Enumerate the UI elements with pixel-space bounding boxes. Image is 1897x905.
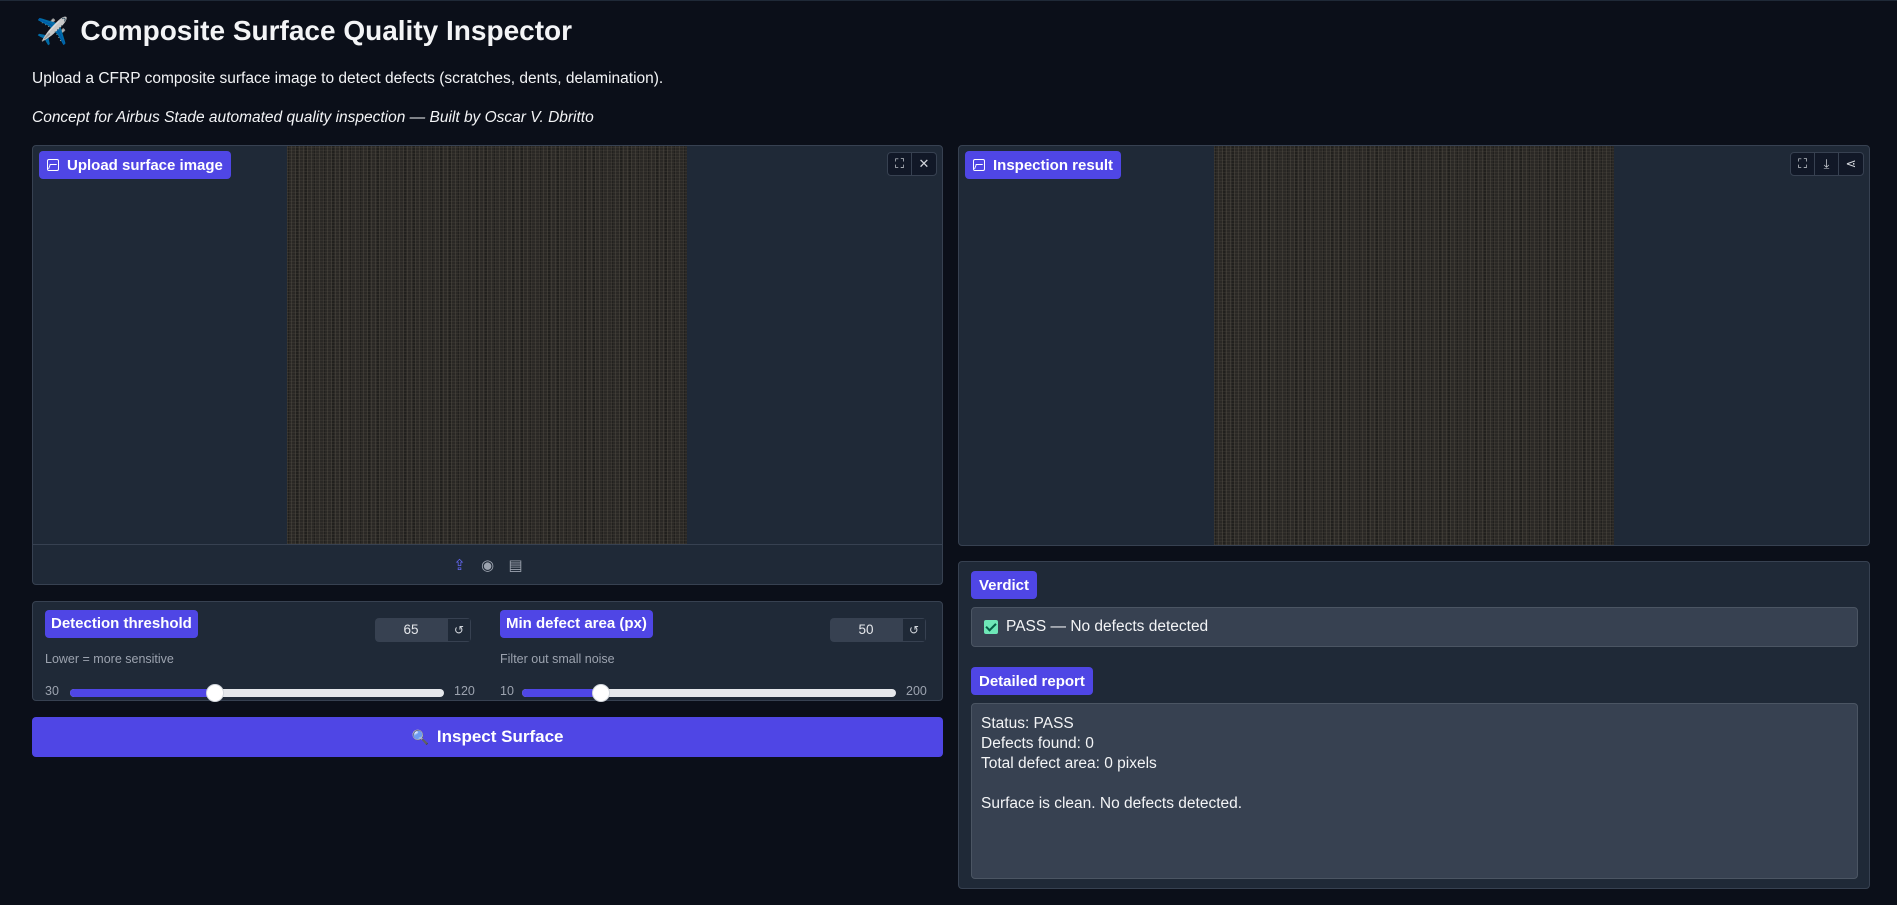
checkbox-checked-icon[interactable] — [984, 620, 998, 634]
inspect-surface-label: Inspect Surface — [436, 727, 564, 746]
reset-icon[interactable]: ↺ — [902, 618, 926, 642]
report-line: Status: PASS — [981, 715, 1074, 732]
download-icon[interactable]: ⤓ — [1815, 153, 1839, 175]
image-icon — [973, 159, 985, 171]
threshold-max: 120 — [454, 684, 475, 698]
verdict-label: Verdict — [971, 571, 1038, 599]
inspection-result-label-text: Inspection result — [993, 156, 1114, 174]
report-line — [981, 774, 1848, 794]
min-area-slider-thumb[interactable] — [591, 684, 610, 702]
reset-icon[interactable]: ↺ — [447, 618, 471, 642]
min-area-number-input: 50 ↺ — [830, 618, 926, 642]
report-line: Total defect area: 0 pixels — [981, 755, 1157, 772]
inspection-result-panel: Inspection result ⛶ ⤓ ⋖ — [958, 145, 1870, 546]
magnifier-icon: 🔍 — [411, 728, 429, 745]
image-icon — [47, 159, 59, 171]
webcam-icon[interactable]: ◉ — [479, 556, 497, 574]
min-area-slider[interactable] — [522, 684, 896, 702]
airplane-icon: ✈️ — [36, 15, 69, 46]
min-area-min: 10 — [500, 684, 514, 698]
upload-image-label: Upload surface image — [39, 151, 231, 179]
verdict-text: PASS — No defects detected — [1006, 618, 1209, 635]
detailed-report-textbox[interactable]: Status: PASS Defects found: 0 Total defe… — [971, 703, 1858, 879]
min-area-slider-block: Min defect area (px) 50 ↺ Filter out sma… — [500, 610, 930, 702]
page-credit: Concept for Airbus Stade automated quali… — [32, 109, 594, 126]
report-line: Defects found: 0 — [981, 735, 1094, 752]
image-source-bar: ⇪ ◉ ▤ — [33, 544, 942, 584]
threshold-slider-fill — [70, 689, 216, 697]
clipboard-icon[interactable]: ▤ — [507, 556, 525, 574]
threshold-slider-block: Detection threshold 65 ↺ Lower = more se… — [45, 610, 475, 702]
threshold-slider[interactable] — [70, 684, 444, 702]
controls-panel: Detection threshold 65 ↺ Lower = more se… — [32, 601, 943, 702]
page-subtitle: Upload a CFRP composite surface image to… — [32, 70, 664, 87]
threshold-info: Lower = more sensitive — [45, 652, 174, 666]
fullscreen-icon[interactable]: ⛶ — [1791, 153, 1815, 175]
min-area-info: Filter out small noise — [500, 652, 615, 666]
fullscreen-icon[interactable]: ⛶ — [888, 153, 912, 175]
verdict-checkbox-field[interactable]: PASS — No defects detected — [971, 607, 1858, 647]
threshold-min: 30 — [45, 684, 59, 698]
verdict-report-panel: Verdict PASS — No defects detected Detai… — [958, 561, 1870, 889]
min-area-slider-fill — [522, 689, 601, 697]
upload-image-panel[interactable]: Upload surface image ⛶ ✕ ⇪ ◉ ▤ — [32, 145, 943, 585]
report-line: Surface is clean. No defects detected. — [981, 795, 1243, 812]
close-icon[interactable]: ✕ — [912, 153, 936, 175]
inspection-result-label: Inspection result — [965, 151, 1122, 179]
page-title: ✈️ Composite Surface Quality Inspector — [36, 15, 572, 47]
upload-toolbar: ⛶ ✕ — [887, 152, 937, 176]
result-toolbar: ⛶ ⤓ ⋖ — [1790, 152, 1864, 176]
result-surface-image — [1214, 146, 1614, 545]
upload-icon[interactable]: ⇪ — [451, 556, 469, 574]
upload-image-label-text: Upload surface image — [67, 156, 223, 174]
uploaded-surface-image — [287, 146, 687, 544]
min-area-value[interactable]: 50 — [830, 618, 902, 642]
min-area-label: Min defect area (px) — [500, 610, 653, 638]
min-area-max: 200 — [906, 684, 927, 698]
threshold-slider-thumb[interactable] — [206, 684, 225, 702]
share-icon[interactable]: ⋖ — [1839, 153, 1863, 175]
threshold-value[interactable]: 65 — [375, 618, 447, 642]
threshold-label: Detection threshold — [45, 610, 198, 638]
detailed-report-label: Detailed report — [971, 667, 1093, 695]
threshold-number-input: 65 ↺ — [375, 618, 471, 642]
page-title-text: Composite Surface Quality Inspector — [80, 15, 573, 46]
inspect-surface-button[interactable]: 🔍 Inspect Surface — [32, 717, 943, 757]
